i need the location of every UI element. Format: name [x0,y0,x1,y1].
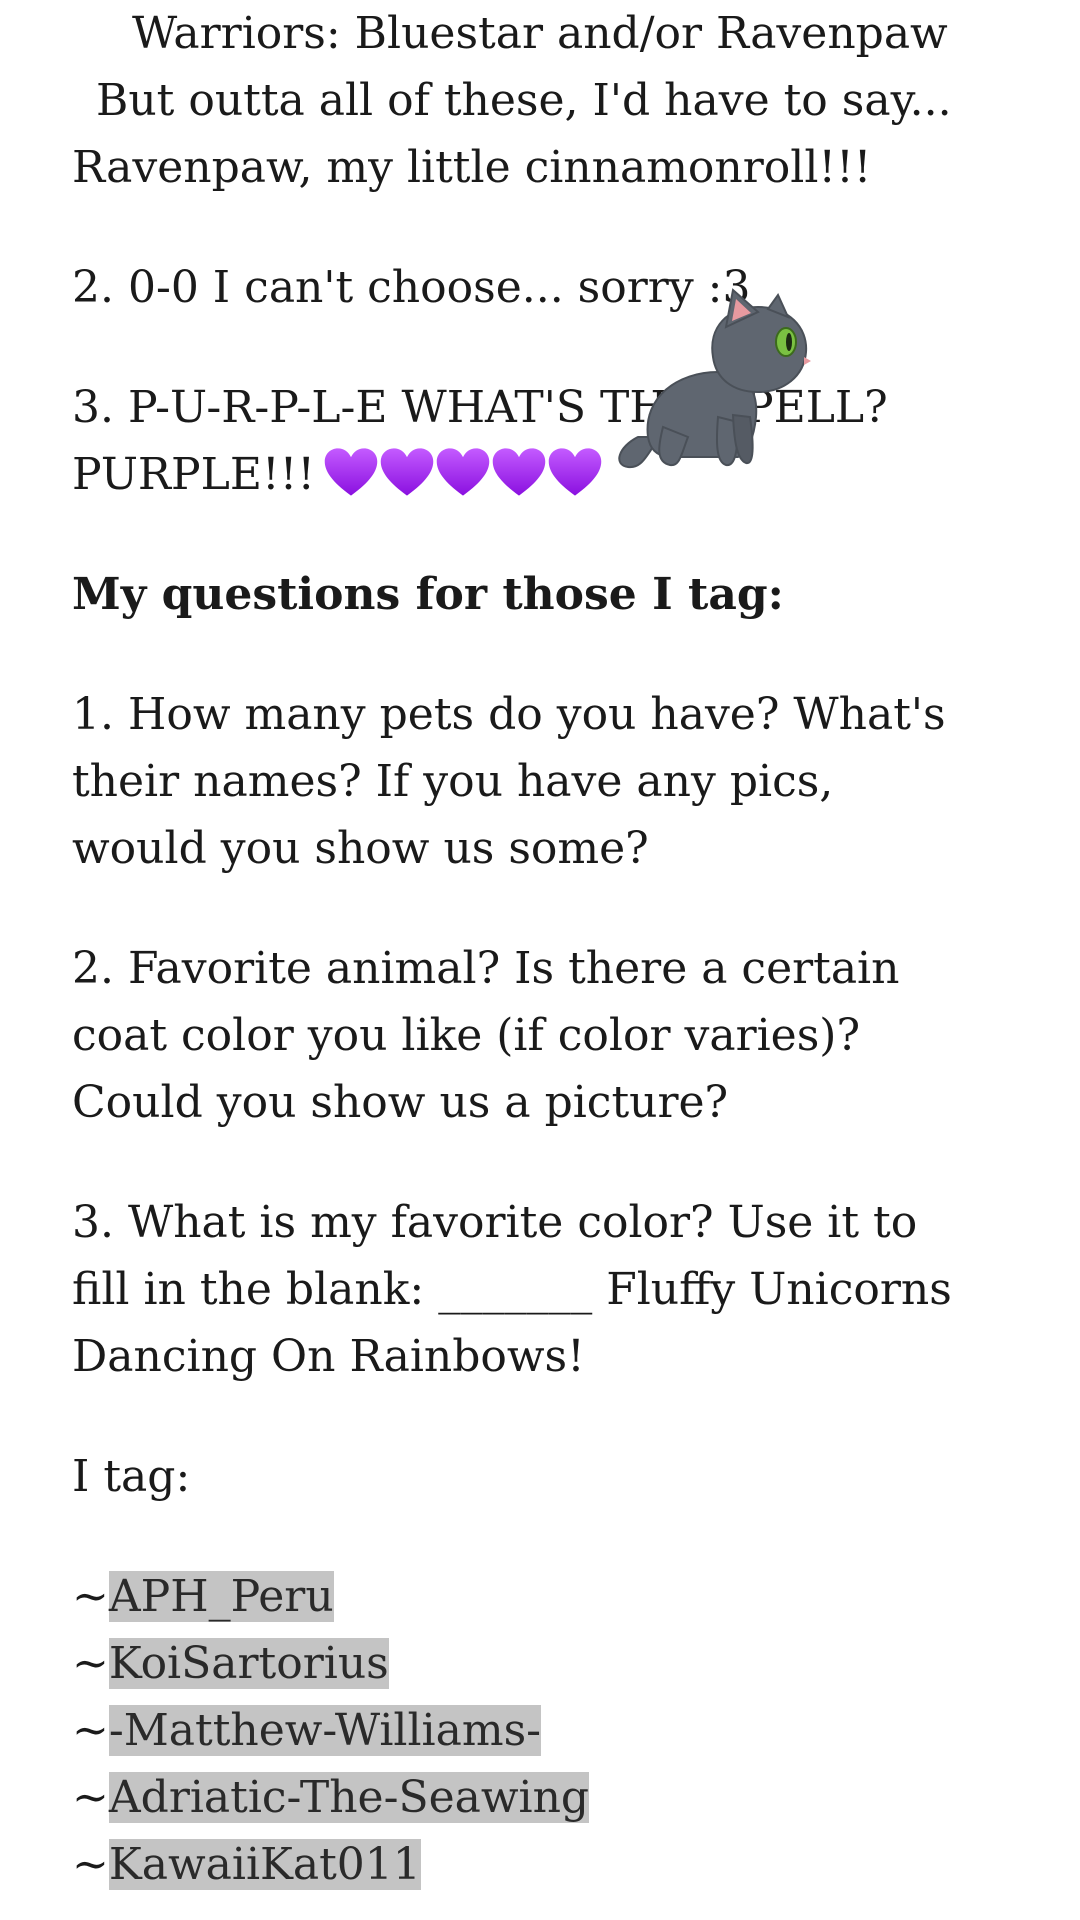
user-mention-link[interactable]: Adriatic-The-Seawing [108,1772,590,1823]
post-text-line: But outta all of these, I'd have to say.… [96,75,952,126]
answer-3-line-1: 3. P-U-R-P-L-E WHAT'S THE SPELL? [72,382,888,433]
tag-list-item: ~Adriatic-The-Seawing [72,1764,1022,1831]
question-1-line: 1. How many pets do you have? What's [72,689,946,740]
purple-heart-icon [548,447,602,496]
user-mention-link[interactable]: -Matthew-Williams- [108,1705,542,1756]
post-text-line: Warriors: Bluestar and/or Ravenpaw [132,8,948,59]
tag-prefix: ~ [72,1705,109,1756]
tag-prefix: ~ [72,1772,109,1823]
question-1-line: their names? If you have any pics, [72,756,834,807]
question-2-line: coat color you like (if color varies)? [72,1010,861,1061]
hearts-row [323,446,603,498]
answer-3-text: PURPLE!!! [72,449,316,500]
question-3-line: 3. What is my favorite color? Use it to [72,1197,918,1248]
post-body: Warriors: Bluestar and/or Ravenpaw But o… [72,0,1022,1898]
tag-label: I tag: [72,1451,191,1502]
user-mention-link[interactable]: APH_Peru [108,1571,334,1622]
post-text-line: Ravenpaw, my little cinnamonroll!!! [72,142,872,193]
user-mention-link[interactable]: KoiSartorius [108,1638,389,1689]
answer-3-line-2: PURPLE!!! [72,441,1022,508]
tag-prefix: ~ [72,1571,109,1622]
tag-list-item: ~KawaiiKat011 [72,1831,1022,1898]
question-3-line: fill in the blank: _______ Fluffy Unicor… [72,1264,952,1315]
question-2-line: 2. Favorite animal? Is there a certain [72,943,900,994]
question-1-line: would you show us some? [72,823,649,874]
answer-2: 2. 0-0 I can't choose... sorry :3 [72,262,751,313]
question-3-line: Dancing On Rainbows! [72,1331,585,1382]
purple-heart-icon [492,447,546,496]
tag-prefix: ~ [72,1638,109,1689]
tag-list-item: ~APH_Peru [72,1563,1022,1630]
question-2-line: Could you show us a picture? [72,1077,729,1128]
purple-heart-icon [436,447,490,496]
user-mention-link[interactable]: KawaiiKat011 [108,1839,421,1890]
gray-cat-sticker-icon [618,288,811,469]
tag-list-item: ~-Matthew-Williams- [72,1697,1022,1764]
tag-prefix: ~ [72,1839,109,1890]
tag-list-item: ~KoiSartorius [72,1630,1022,1697]
purple-heart-icon [380,447,434,496]
questions-heading: My questions for those I tag: [72,569,784,620]
purple-heart-icon [324,447,378,496]
